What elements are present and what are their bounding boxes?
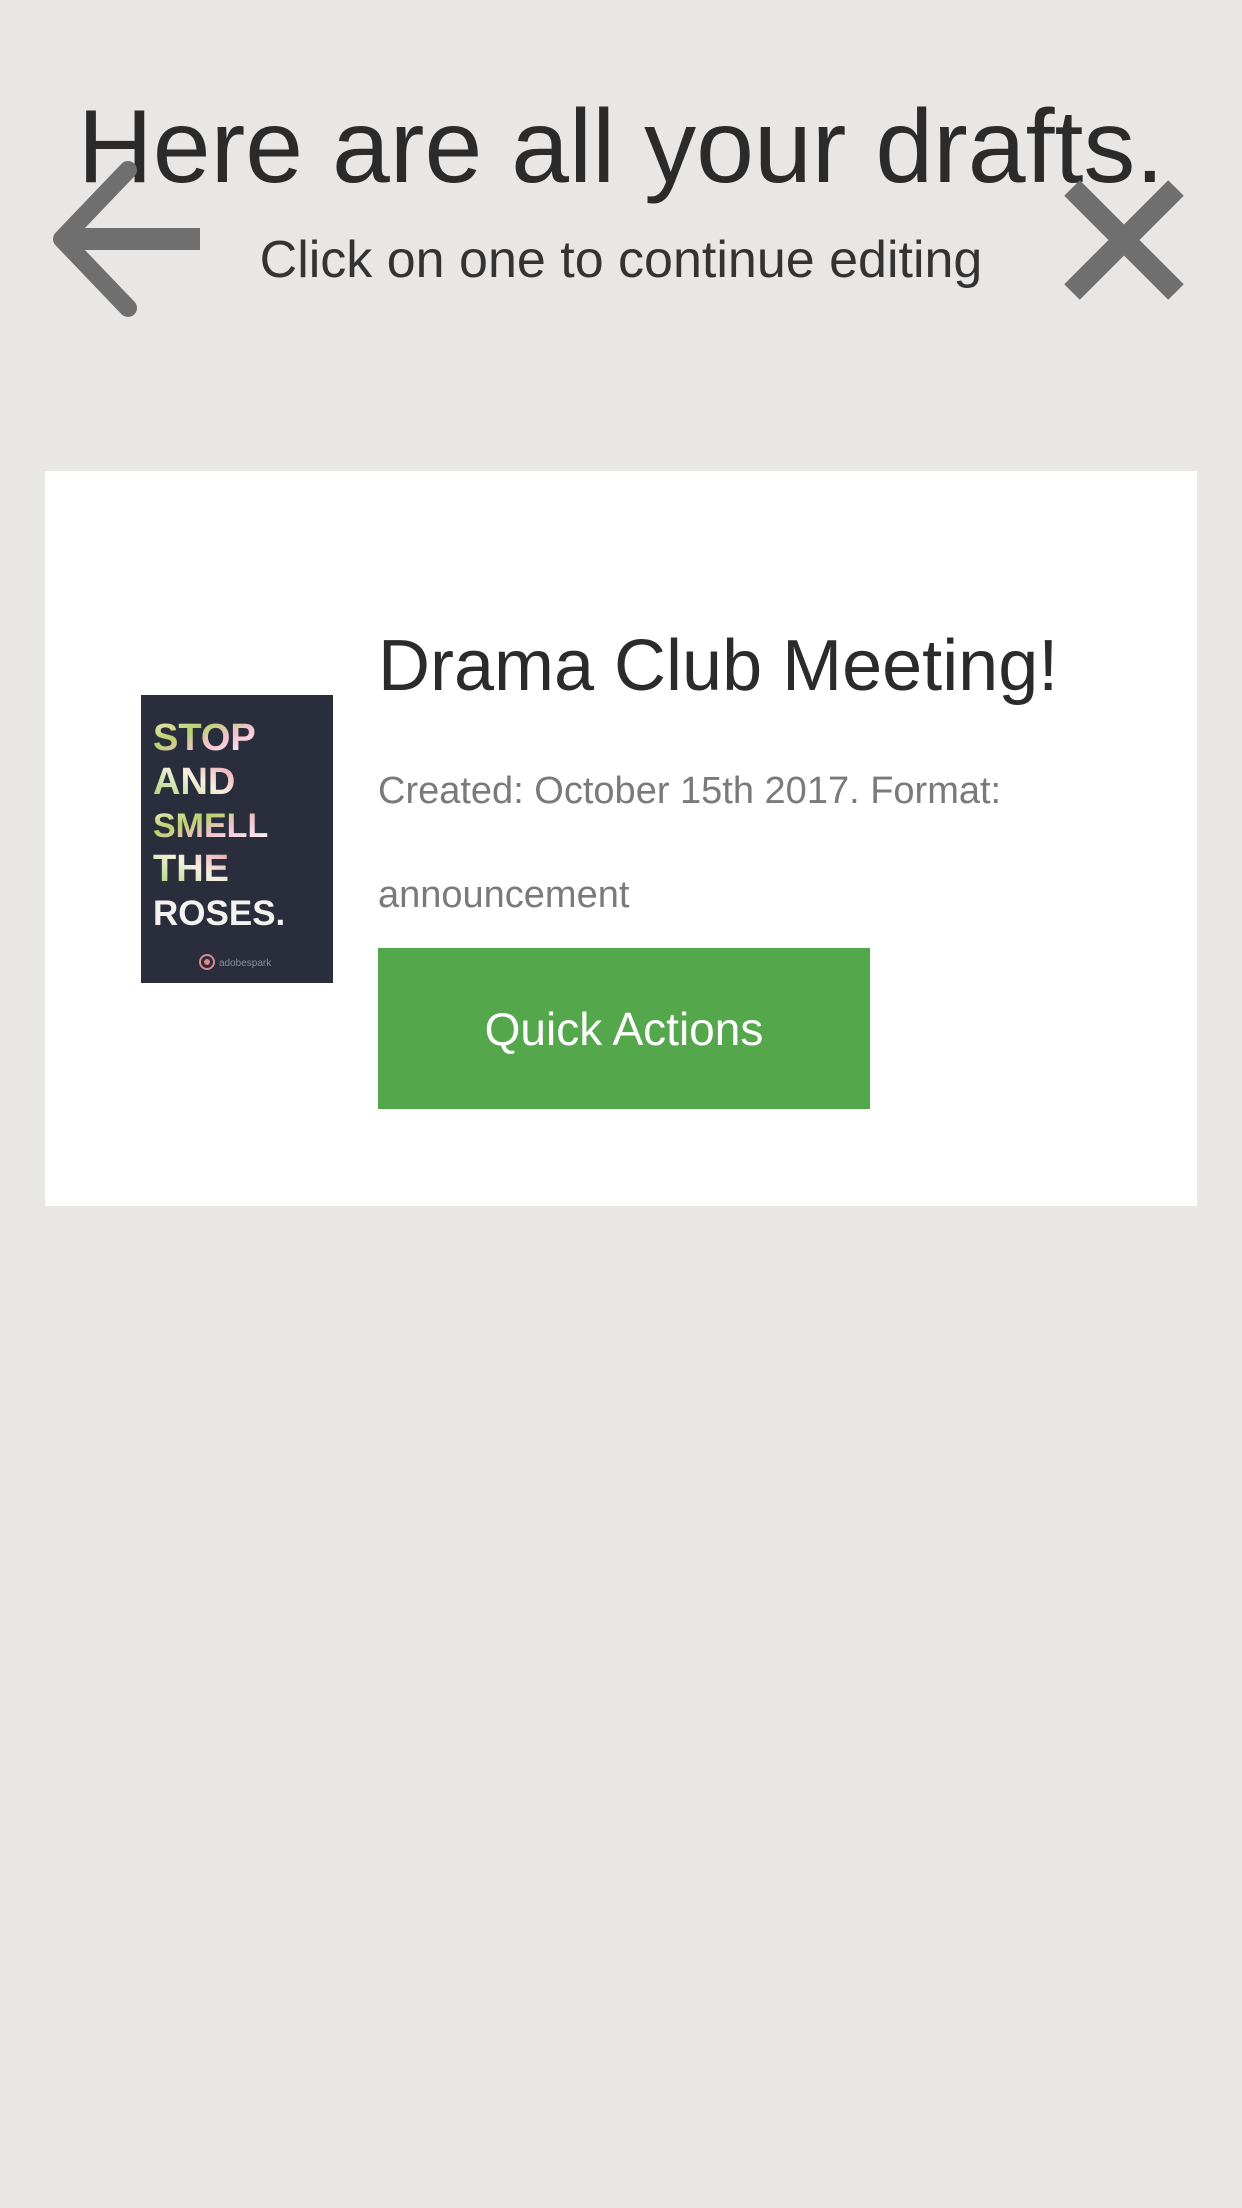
draft-card[interactable]: STOP AND SMELL THE ROSES. adobespark Dra… xyxy=(45,471,1197,1206)
thumbnail-text-line: ROSES. xyxy=(153,894,285,933)
draft-thumbnail[interactable]: STOP AND SMELL THE ROSES. adobespark xyxy=(141,695,333,983)
quick-actions-button[interactable]: Quick Actions xyxy=(378,948,870,1109)
draft-title: Drama Club Meeting! xyxy=(378,626,1059,706)
close-button[interactable] xyxy=(1062,178,1186,302)
close-icon xyxy=(1064,180,1184,300)
thumbnail-text-line: SMELL xyxy=(153,807,268,845)
thumbnail-text-line: STOP xyxy=(153,717,256,759)
thumbnail-brand: adobespark xyxy=(219,958,272,969)
draft-meta: Created: October 15th 2017. Format: anno… xyxy=(378,770,1002,916)
thumbnail-text-line: AND xyxy=(153,761,235,803)
thumbnail-text-line: THE xyxy=(153,848,229,890)
poster-thumbnail-image: STOP AND SMELL THE ROSES. adobespark xyxy=(141,695,333,983)
back-button[interactable] xyxy=(48,158,208,320)
back-arrow-icon xyxy=(53,161,200,317)
